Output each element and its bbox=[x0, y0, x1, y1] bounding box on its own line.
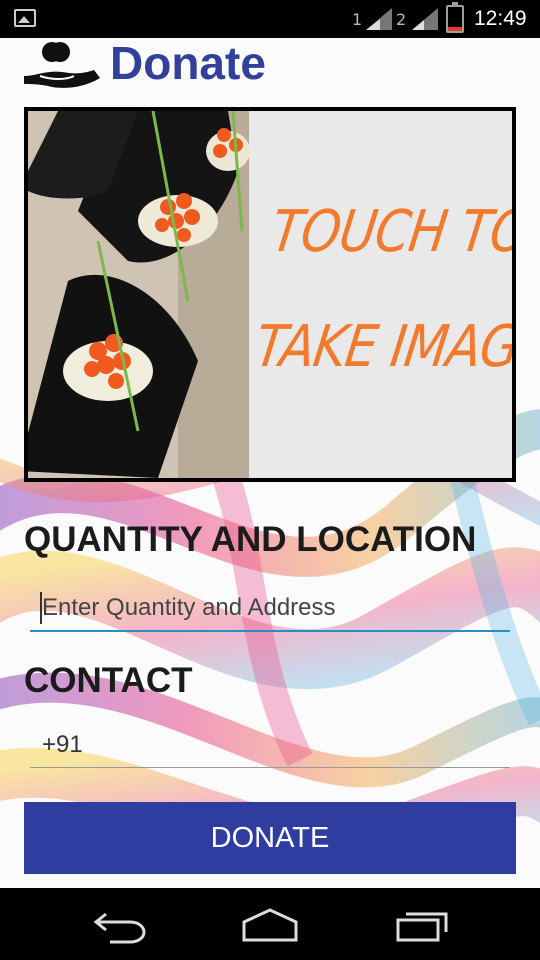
touch-to-take-image-label: TOUCH TO TAKE IMAGE bbox=[248, 174, 516, 404]
signal-icon bbox=[366, 8, 392, 30]
home-icon[interactable] bbox=[240, 904, 300, 944]
status-bar: 1 2 12:49 bbox=[0, 0, 540, 38]
touch-label-line2: TAKE IMAGE bbox=[251, 313, 516, 380]
clock: 12:49 bbox=[474, 7, 527, 30]
quantity-address-input[interactable] bbox=[30, 586, 510, 632]
page-title: Donate bbox=[110, 37, 266, 89]
battery-low-icon bbox=[446, 2, 464, 33]
donate-button[interactable]: DONATE bbox=[24, 802, 516, 874]
quantity-location-label: QUANTITY AND LOCATION bbox=[24, 520, 477, 559]
contact-input[interactable] bbox=[30, 722, 510, 768]
sim2-label: 2 bbox=[396, 10, 407, 29]
sim1-label: 1 bbox=[352, 10, 363, 29]
text-cursor bbox=[40, 592, 42, 624]
navigation-bar bbox=[0, 888, 540, 960]
signal-icon bbox=[412, 8, 438, 30]
back-icon[interactable] bbox=[90, 904, 150, 944]
food-photo bbox=[28, 111, 249, 478]
contact-label: CONTACT bbox=[24, 661, 193, 700]
touch-label-line1: TOUCH TO bbox=[267, 198, 516, 265]
hand-with-apple-icon bbox=[24, 32, 100, 88]
gallery-notification-icon bbox=[14, 9, 36, 27]
recents-icon[interactable] bbox=[392, 904, 452, 944]
image-picker[interactable]: TOUCH TO TAKE IMAGE bbox=[24, 107, 516, 482]
